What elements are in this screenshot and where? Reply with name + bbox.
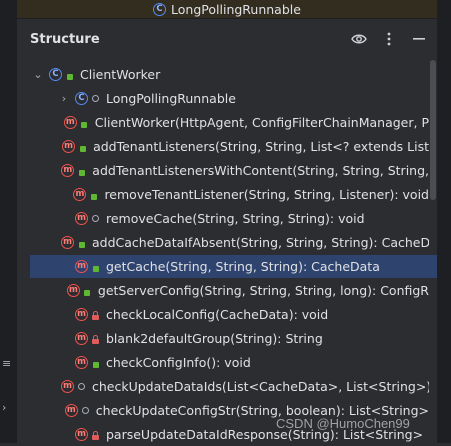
public-marker-icon [91,260,100,273]
tree-node-label: getServerConfig(String, String, String, … [97,283,429,298]
class-icon: C [153,2,167,16]
method-icon: m [61,380,74,393]
tree-method-row[interactable]: m checkUpdateDataIds(List<CacheData>, Lis… [17,375,429,398]
tree-node-label: ClientWorker(HttpAgent, ConfigFilterChai… [94,115,429,130]
panel-title: Structure [30,31,100,47]
tree-node-label: checkConfigInfo(): void [106,355,251,370]
watermark: CSDN @HumoChen99 [276,416,410,431]
tree-method-row[interactable]: m addTenantListeners(String, String, List… [17,135,429,158]
more-icon[interactable] [381,31,397,47]
method-icon: m [75,332,88,345]
minimize-icon[interactable] [411,31,427,47]
right-tool-strip [437,0,451,443]
method-icon: m [75,356,88,369]
tree-root-label: ClientWorker [80,67,161,82]
public-marker-icon [80,116,89,129]
left-tool-strip: ≡ › [0,0,17,443]
public-marker-icon [77,236,86,249]
method-icon: m [75,308,88,321]
package-marker-icon [77,380,86,393]
tree-method-row[interactable]: m getCache(String, String, String): Cache… [30,255,442,278]
breadcrumb-label: LongPollingRunnable [171,1,301,17]
class-icon: C [75,92,88,105]
visibility-marker [65,68,74,81]
scrollbar-thumb[interactable] [430,60,436,200]
tree-node-label: addCacheDataIfAbsent(String, String, Str… [92,235,429,250]
public-marker-icon [91,356,100,369]
lock-icon [91,428,100,441]
public-marker-icon [78,140,87,153]
tree-node-label: LongPollingRunnable [106,91,236,106]
tree-node-label: getCache(String, String, String): CacheD… [106,259,380,274]
method-icon: m [64,404,78,417]
tree-node-label: checkUpdateDataIds(List<CacheData>, List… [92,379,429,394]
tree-class-row[interactable]: › C LongPollingRunnable [17,87,429,110]
tree-method-row[interactable]: m removeTenantListener(String, String, Li… [17,183,429,206]
method-icon: m [75,212,88,225]
tree-node-label: removeCache(String, String, String): voi… [106,211,365,226]
menu-lines-icon[interactable]: ≡ [2,358,11,370]
package-marker-icon [91,92,100,105]
tree-node-label: checkLocalConfig(CacheData): void [106,307,329,322]
chevron-down-icon[interactable]: ⌄ [31,68,45,81]
method-icon: m [75,260,88,273]
tree-node-label: removeTenantListener(String, String, Lis… [104,187,429,202]
tree-node-label: blank2defaultGroup(String): String [106,331,323,346]
tree-method-row[interactable]: m addCacheDataIfAbsent(String, String, St… [17,231,429,254]
public-marker-icon [77,164,86,177]
lock-icon [91,308,100,321]
public-marker-icon [89,188,98,201]
vertical-scrollbar[interactable] [429,60,437,443]
package-marker-icon [91,212,100,225]
chevron-right-icon[interactable]: › [57,92,71,105]
method-icon: m [73,188,87,201]
package-marker-icon [81,404,90,417]
tree-root-row[interactable]: ⌄ C ClientWorker [17,63,429,86]
tree-method-row[interactable]: m blank2defaultGroup(String): String [17,327,429,350]
method-icon: m [66,284,80,297]
tree-method-row[interactable]: m getServerConfig(String, String, String,… [17,279,429,302]
tree-method-row[interactable]: m addTenantListenersWithContent(String, S… [17,159,429,182]
lock-icon [91,332,100,345]
eye-icon[interactable] [351,31,367,47]
panel-header-actions [351,31,427,47]
chevron-right-icon[interactable]: › [2,402,6,414]
method-icon: m [61,164,75,177]
tree-method-row[interactable]: m checkConfigInfo(): void [17,351,429,374]
public-marker-icon [83,284,92,297]
tree-method-row[interactable]: m removeCache(String, String, String): vo… [17,207,429,230]
tree-method-row[interactable]: m ClientWorker(HttpAgent, ConfigFilterCha… [17,111,429,134]
method-icon: m [61,236,74,249]
method-icon: m [75,428,88,441]
class-icon: C [49,68,62,81]
tree-method-row[interactable]: m checkLocalConfig(CacheData): void [17,303,429,326]
breadcrumb[interactable]: C LongPollingRunnable [17,0,437,19]
tree-node-label: addTenantListeners(String, String, List<… [93,139,429,154]
tree-node-label: addTenantListenersWithContent(String, St… [92,163,429,178]
method-icon: m [63,116,77,129]
method-icon: m [62,140,76,153]
structure-panel-header: Structure [17,22,437,56]
